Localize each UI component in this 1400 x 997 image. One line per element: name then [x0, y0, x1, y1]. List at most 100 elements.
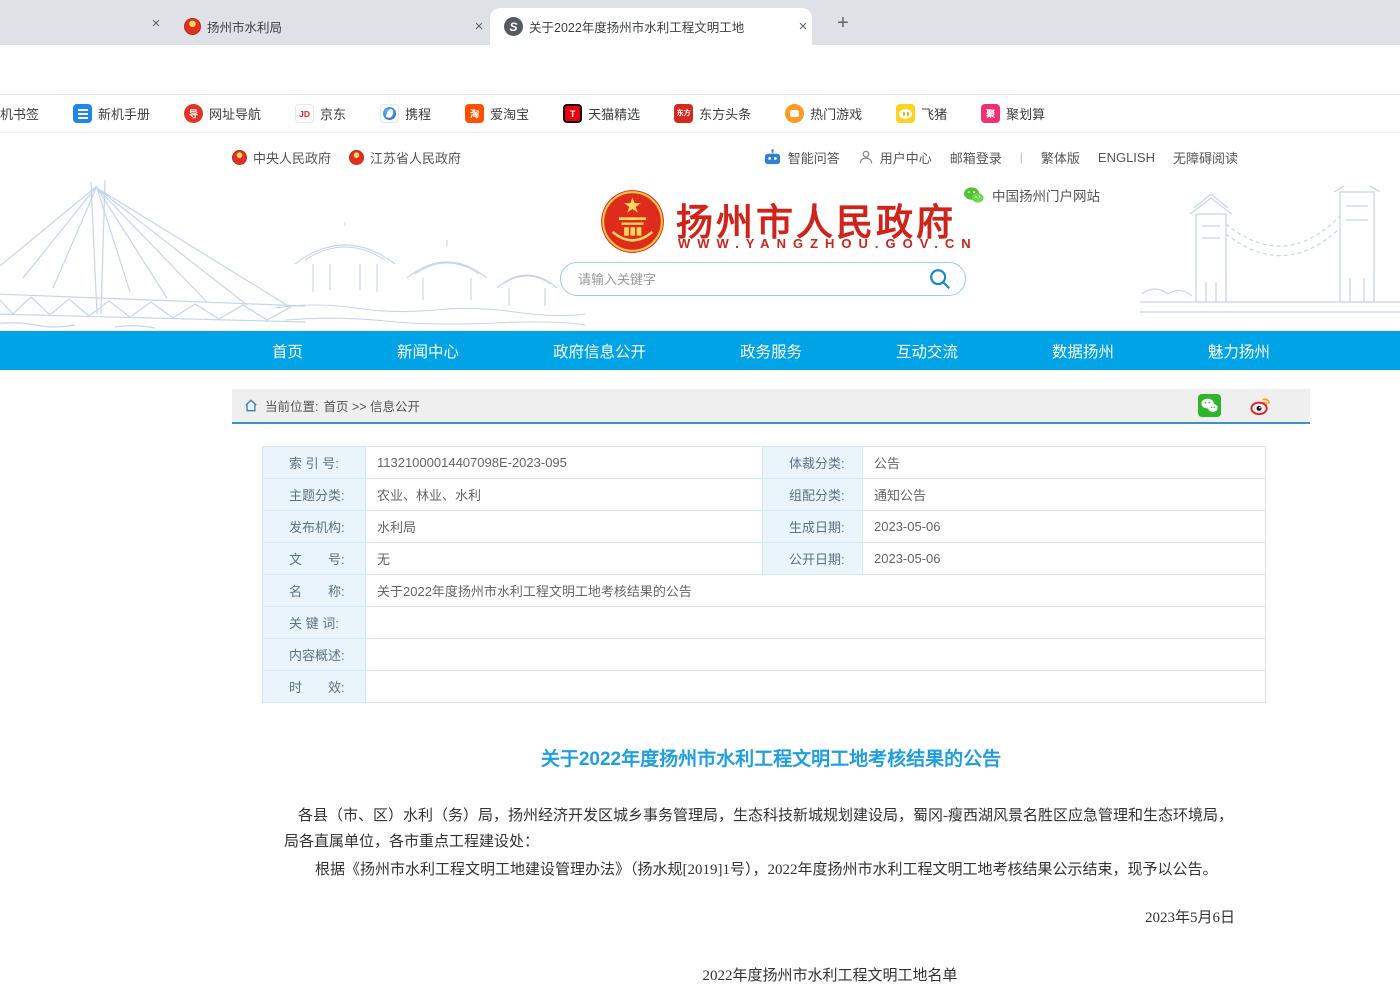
user-center-link[interactable]: 用户中心 — [858, 148, 932, 167]
meta-value — [366, 639, 1266, 671]
bookmarks-bar: 机书签 新机手册 导 网址导航 JD 京东 携程 淘 爱淘宝 T 天猫精选 东方… — [0, 95, 1400, 133]
bookmark-label: 新机手册 — [98, 104, 150, 123]
nav-home[interactable]: 首页 — [272, 340, 303, 362]
nav-data[interactable]: 数据扬州 — [1052, 340, 1114, 362]
nav-charm[interactable]: 魅力扬州 — [1208, 340, 1270, 362]
banner-illustration-bridge-right — [1140, 186, 1400, 331]
meta-label: 时 效: — [263, 671, 366, 703]
bookmark-nav-site[interactable]: 导 网址导航 — [184, 104, 261, 123]
article-title: 关于2022年度扬州市水利工程文明工地考核结果的公告 — [232, 744, 1310, 771]
smart-qa-link[interactable]: 智能问答 — [763, 148, 840, 167]
site-banner: 扬州市人民政府 WWW.YANGZHOU.GOV.CN 中国扬州门户网站 — [0, 174, 1400, 331]
site-url: WWW.YANGZHOU.GOV.CN — [678, 236, 978, 251]
traditional-link[interactable]: 繁体版 — [1041, 148, 1080, 167]
juhuasuan-icon: 聚 — [981, 104, 1000, 123]
table-row: 主题分类: 农业、林业、水利 组配分类: 通知公告 — [263, 479, 1266, 511]
tab-title: 扬州市水利局 — [207, 17, 464, 36]
meta-label: 索 引 号: — [263, 447, 366, 479]
tab-title: 关于2022年度扬州市水利工程文明工地 — [529, 17, 788, 36]
banner-illustration-pavilions — [275, 222, 585, 331]
nav-services[interactable]: 政务服务 — [740, 340, 802, 362]
article-date: 2023年5月6日 — [284, 906, 1235, 927]
meta-label: 生成日期: — [763, 511, 863, 543]
meta-label: 内容概述: — [263, 639, 366, 671]
close-icon[interactable]: × — [470, 18, 488, 36]
banner-illustration-bridge-left — [0, 174, 305, 331]
meta-value: 2023-05-06 — [863, 543, 1266, 575]
bookmark-games[interactable]: 热门游戏 — [785, 104, 862, 123]
table-row: 内容概述: — [263, 639, 1266, 671]
meta-value: 无 — [366, 543, 763, 575]
bookmark-label: 热门游戏 — [810, 104, 862, 123]
search-box — [560, 262, 966, 296]
top-tools: 智能问答 用户中心 邮箱登录 | 繁体版 ENGLISH 无障碍阅读 — [763, 148, 1238, 167]
bookmark-tmall[interactable]: T 天猫精选 — [563, 104, 640, 123]
bookmark-toutiao[interactable]: 东方 东方头条 — [674, 104, 751, 123]
new-tab-button[interactable]: + — [830, 10, 856, 36]
site-favicon: S — [504, 17, 523, 36]
document-meta-table: 索 引 号: 11321000014407098E-2023-095 体裁分类:… — [262, 446, 1266, 703]
search-icon[interactable] — [925, 264, 955, 294]
bookmark-mobile[interactable]: 机书签 — [0, 104, 39, 123]
bookmark-jd[interactable]: JD 京东 — [295, 104, 346, 123]
gov-emblem-icon — [232, 150, 247, 165]
meta-value: 11321000014407098E-2023-095 — [366, 447, 763, 479]
portal-link[interactable]: 中国扬州门户网站 — [963, 185, 1100, 205]
table-row: 名 称: 关于2022年度扬州市水利工程文明工地考核结果的公告 — [263, 575, 1266, 607]
article-paragraph: 根据《扬州市水利工程文明工地建设管理办法》（扬水规[2019]1号），2022年… — [284, 857, 1234, 883]
breadcrumb-path[interactable]: 首页 >> 信息公开 — [323, 396, 420, 415]
breadcrumb-label: 当前位置: — [265, 396, 318, 415]
bookmark-label: 京东 — [320, 104, 346, 123]
article-paragraph: 各县（市、区）水利（务）局，扬州经济开发区城乡事务管理局，生态科技新城规划建设局… — [284, 803, 1234, 855]
link-central-gov[interactable]: 中央人民政府 — [232, 148, 331, 167]
weibo-share-icon[interactable] — [1249, 394, 1272, 417]
manual-book-icon — [73, 104, 92, 123]
bookmark-manual[interactable]: 新机手册 — [73, 104, 150, 123]
wechat-icon — [963, 186, 984, 204]
jd-icon: JD — [295, 104, 314, 123]
close-icon[interactable]: × — [146, 13, 166, 33]
tab-yangzhou-water-bureau[interactable]: 扬州市水利局 × — [170, 8, 488, 45]
tab-strip: × 扬州市水利局 × S 关于2022年度扬州市水利工程文明工地 × + — [0, 0, 1400, 45]
nav-news[interactable]: 新闻中心 — [397, 340, 459, 362]
nav-info-disclosure[interactable]: 政府信息公开 — [553, 340, 646, 362]
national-emblem-logo[interactable] — [599, 188, 666, 255]
meta-value: 关于2022年度扬州市水利工程文明工地考核结果的公告 — [366, 575, 1266, 607]
accessibility-link[interactable]: 无障碍阅读 — [1173, 148, 1238, 167]
table-row: 发布机构: 水利局 生成日期: 2023-05-06 — [263, 511, 1266, 543]
bookmark-taobao[interactable]: 淘 爱淘宝 — [465, 104, 529, 123]
article-list-title: 2022年度扬州市水利工程文明工地名单 — [280, 964, 1380, 985]
bookmark-juhuasuan[interactable]: 聚 聚划算 — [981, 104, 1045, 123]
taobao-icon: 淘 — [465, 104, 484, 123]
wechat-share-icon[interactable] — [1198, 394, 1221, 417]
meta-value — [366, 671, 1266, 703]
gov-emblem-favicon — [184, 18, 201, 35]
mail-login-link[interactable]: 邮箱登录 — [950, 148, 1002, 167]
meta-label: 关 键 词: — [263, 607, 366, 639]
bookmark-fliggy[interactable]: 飞猪 — [896, 104, 947, 123]
tab-announcement-active[interactable]: S 关于2022年度扬州市水利工程文明工地 × — [490, 8, 812, 45]
bookmark-label: 东方头条 — [699, 104, 751, 123]
gov-links: 中央人民政府 江苏省人民政府 — [232, 148, 461, 167]
close-icon[interactable]: × — [794, 18, 812, 36]
link-jiangsu-gov[interactable]: 江苏省人民政府 — [349, 148, 461, 167]
meta-value: 通知公告 — [863, 479, 1266, 511]
breadcrumb-home-icon[interactable] — [244, 399, 258, 412]
pig-icon — [896, 104, 915, 123]
game-icon — [785, 104, 804, 123]
bookmark-label: 网址导航 — [209, 104, 261, 123]
table-row: 时 效: — [263, 671, 1266, 703]
meta-value: 水利局 — [366, 511, 763, 543]
english-link[interactable]: ENGLISH — [1098, 150, 1155, 165]
search-input[interactable] — [578, 272, 925, 287]
divider: | — [1020, 150, 1023, 164]
meta-label: 名 称: — [263, 575, 366, 607]
bookmark-ctrip[interactable]: 携程 — [380, 104, 431, 123]
breadcrumb: 当前位置: 首页 >> 信息公开 — [232, 389, 1310, 424]
bookmark-label: 机书签 — [0, 104, 39, 123]
robot-icon — [763, 149, 782, 166]
nav-interaction[interactable]: 互动交流 — [896, 340, 958, 362]
bookmark-label: 聚划算 — [1006, 104, 1045, 123]
tmall-icon: T — [563, 104, 582, 123]
meta-label: 体裁分类: — [763, 447, 863, 479]
